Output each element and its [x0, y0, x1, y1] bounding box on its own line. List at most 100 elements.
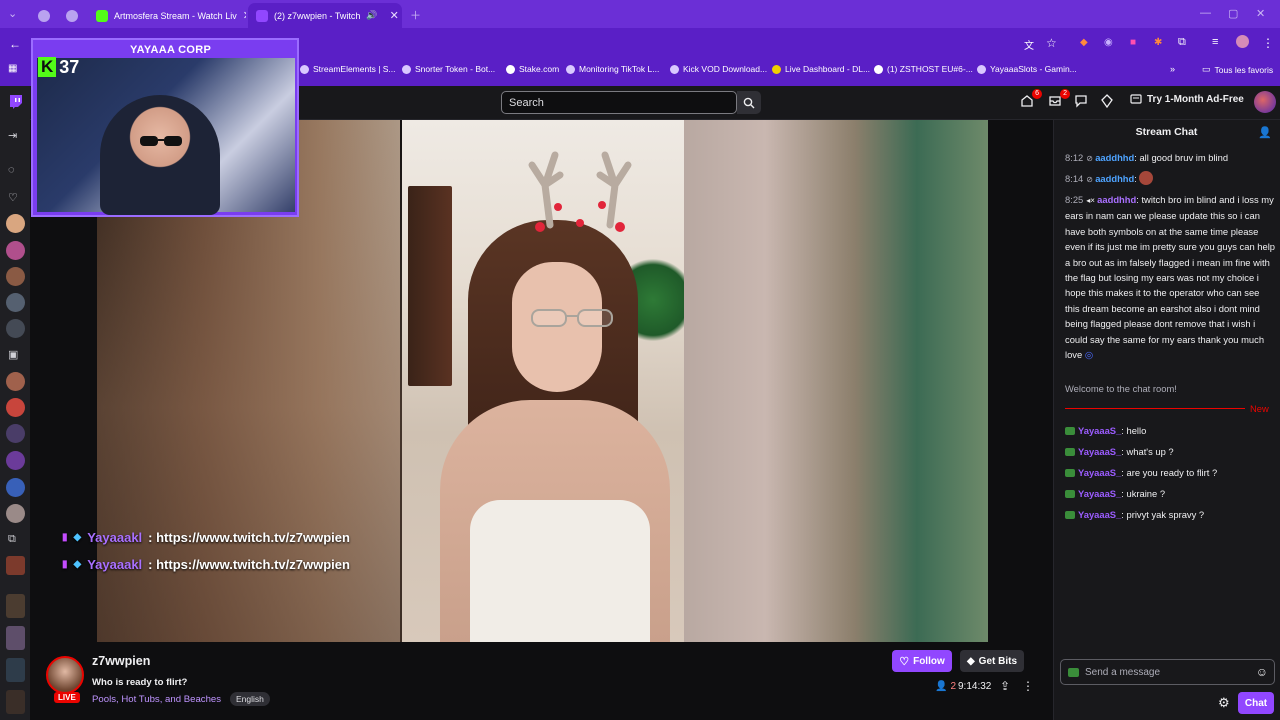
- maximize-icon[interactable]: ▢: [1228, 7, 1238, 20]
- bookmark[interactable]: StreamElements | S...: [300, 64, 396, 74]
- streamer-name[interactable]: z7wwpien: [92, 654, 150, 668]
- followed-channel-avatar[interactable]: [6, 319, 25, 338]
- inbox-badge: 2: [1060, 89, 1070, 99]
- kick-logo: K 37: [38, 52, 94, 82]
- extension-icon-4[interactable]: ✱: [1154, 37, 1162, 48]
- badge-icon: [1068, 668, 1079, 677]
- tab-label: Artmosfera Stream - Watch Liv: [114, 10, 237, 21]
- heart-icon[interactable]: ♡: [8, 191, 18, 204]
- share-icon[interactable]: ⇪: [1000, 679, 1010, 693]
- blocked-icon: ⊘: [1086, 175, 1096, 184]
- extension-icon-2[interactable]: ◉: [1104, 37, 1113, 48]
- tab-artmosfera[interactable]: Artmosfera Stream - Watch Liv ✕: [88, 3, 246, 28]
- user-avatar[interactable]: [1254, 91, 1276, 113]
- apps-icon[interactable]: ▦: [8, 63, 17, 74]
- close-window-icon[interactable]: ✕: [1256, 7, 1265, 20]
- followed-channel-avatar[interactable]: [6, 504, 25, 523]
- minimize-icon[interactable]: —: [1200, 7, 1211, 19]
- profile-icon[interactable]: [1236, 35, 1249, 48]
- tab-icon-globe-2[interactable]: [58, 3, 82, 28]
- menu-icon[interactable]: ⋮: [1262, 36, 1274, 50]
- ad-free-button[interactable]: Try 1-Month Ad-Free: [1130, 94, 1244, 105]
- viewers-icon: 👤: [935, 681, 948, 692]
- inbox-icon[interactable]: 2: [1048, 89, 1070, 110]
- star-icon[interactable]: ☆: [1046, 36, 1057, 50]
- tab-search-icon[interactable]: ⌄: [8, 7, 17, 20]
- blocked-icon: ⊘: [1086, 154, 1096, 163]
- bookmark[interactable]: YayaaaSlots - Gamin...: [977, 64, 1077, 74]
- expand-icon[interactable]: ⇥: [8, 129, 17, 142]
- search-button[interactable]: [737, 91, 761, 114]
- bookmark[interactable]: (1) ZSTHOST EU#6-...: [874, 64, 973, 74]
- followed-channel-avatar[interactable]: [6, 214, 25, 233]
- chat-send-button[interactable]: Chat: [1238, 692, 1274, 714]
- stream-category[interactable]: Pools, Hot Tubs, and Beaches: [92, 694, 221, 705]
- get-bits-button[interactable]: ◆ Get Bits: [960, 650, 1024, 672]
- chat-message: YayaaaS_: hello: [1065, 423, 1275, 438]
- playlist-icon[interactable]: ≡: [1212, 36, 1218, 48]
- back-icon[interactable]: ←: [9, 37, 21, 51]
- whispers-icon[interactable]: [1074, 94, 1090, 110]
- activity-icon[interactable]: ◌: [8, 164, 15, 176]
- followed-channel-avatar[interactable]: [6, 594, 25, 618]
- tab-twitch[interactable]: (2) z7wwpien - Twitch 🔊 ✕: [248, 3, 402, 28]
- stream-title: Who is ready to flirt?: [92, 677, 188, 688]
- close-icon[interactable]: ✕: [243, 9, 246, 22]
- chat-input[interactable]: Send a message ☺: [1060, 659, 1275, 685]
- followed-channel-avatar[interactable]: [6, 267, 25, 286]
- kick-icon: [96, 9, 108, 22]
- new-label: New: [1250, 403, 1269, 414]
- notifications-icon[interactable]: 6: [1020, 89, 1042, 110]
- bookmark[interactable]: Live Dashboard - DL...: [772, 64, 870, 74]
- followed-channel-avatar[interactable]: [6, 241, 25, 260]
- followed-channel-avatar[interactable]: [6, 451, 25, 470]
- bookmark[interactable]: Stake.com: [506, 64, 559, 74]
- close-icon[interactable]: ✕: [390, 9, 399, 22]
- users-icon[interactable]: 👤: [1258, 126, 1272, 139]
- extension-icon[interactable]: ◆: [1080, 37, 1088, 48]
- translate-icon[interactable]: 文: [1024, 37, 1034, 52]
- speaker-icon[interactable]: 🔊: [366, 10, 377, 21]
- followed-channel-avatar[interactable]: [6, 556, 25, 575]
- video-person-top: [470, 500, 650, 642]
- badge-icon: [1065, 427, 1075, 435]
- extension-icon-3[interactable]: ■: [1130, 37, 1136, 48]
- puzzle-icon[interactable]: ⧉: [1178, 36, 1186, 49]
- copy-icon[interactable]: ⧉: [8, 533, 16, 546]
- chat-message: YayaaaS_: are you ready to flirt ?: [1065, 465, 1275, 480]
- twitch-logo-icon[interactable]: [8, 94, 23, 109]
- chat-message: YayaaaS_: what's up ?: [1065, 444, 1275, 459]
- follow-button[interactable]: ♡ Follow: [892, 650, 952, 672]
- video-icon[interactable]: ▣: [8, 348, 18, 361]
- language-tag[interactable]: English: [230, 692, 270, 706]
- bookmark[interactable]: Monitoring TikTok L...: [566, 64, 659, 74]
- followed-channel-avatar[interactable]: [6, 478, 25, 497]
- streamer-avatar[interactable]: [46, 656, 84, 694]
- followed-channel-avatar[interactable]: [6, 424, 25, 443]
- emote-picker-icon[interactable]: ☺: [1256, 665, 1268, 679]
- webcam-person: [100, 95, 220, 215]
- new-tab-icon[interactable]: ＋: [410, 7, 421, 23]
- bookmark[interactable]: Kick VOD Download...: [670, 64, 767, 74]
- bookmark[interactable]: Snorter Token - Bot...: [402, 64, 495, 74]
- chat-message: 8:25 ◂× aaddhhd: twitch bro im blind and …: [1065, 194, 1275, 361]
- badge-icon: ▮: [62, 559, 68, 570]
- search-icon: [743, 97, 755, 108]
- crown-icon[interactable]: [1100, 94, 1116, 110]
- chat-message: YayaaaS_: privyt yak spravy ?: [1065, 507, 1275, 522]
- followed-channel-avatar[interactable]: [6, 372, 25, 391]
- followed-channel-avatar[interactable]: [6, 398, 25, 417]
- tab-icon-globe[interactable]: [30, 3, 54, 28]
- more-bookmarks-icon[interactable]: »: [1170, 64, 1175, 74]
- settings-icon[interactable]: ⚙: [1218, 695, 1230, 711]
- badge-icon: [1065, 469, 1075, 477]
- tab-label: (2) z7wwpien - Twitch: [274, 10, 361, 21]
- bookmark-folder[interactable]: ▭ Tous les favoris: [1202, 64, 1273, 75]
- followed-channel-avatar[interactable]: [6, 658, 25, 682]
- followed-channel-avatar[interactable]: [6, 293, 25, 312]
- uptime: 9:14:32: [958, 681, 992, 692]
- search-input[interactable]: Search: [501, 91, 737, 114]
- more-options-icon[interactable]: ⋮: [1022, 679, 1034, 693]
- followed-channel-avatar[interactable]: [6, 626, 25, 650]
- followed-channel-avatar[interactable]: [6, 690, 25, 714]
